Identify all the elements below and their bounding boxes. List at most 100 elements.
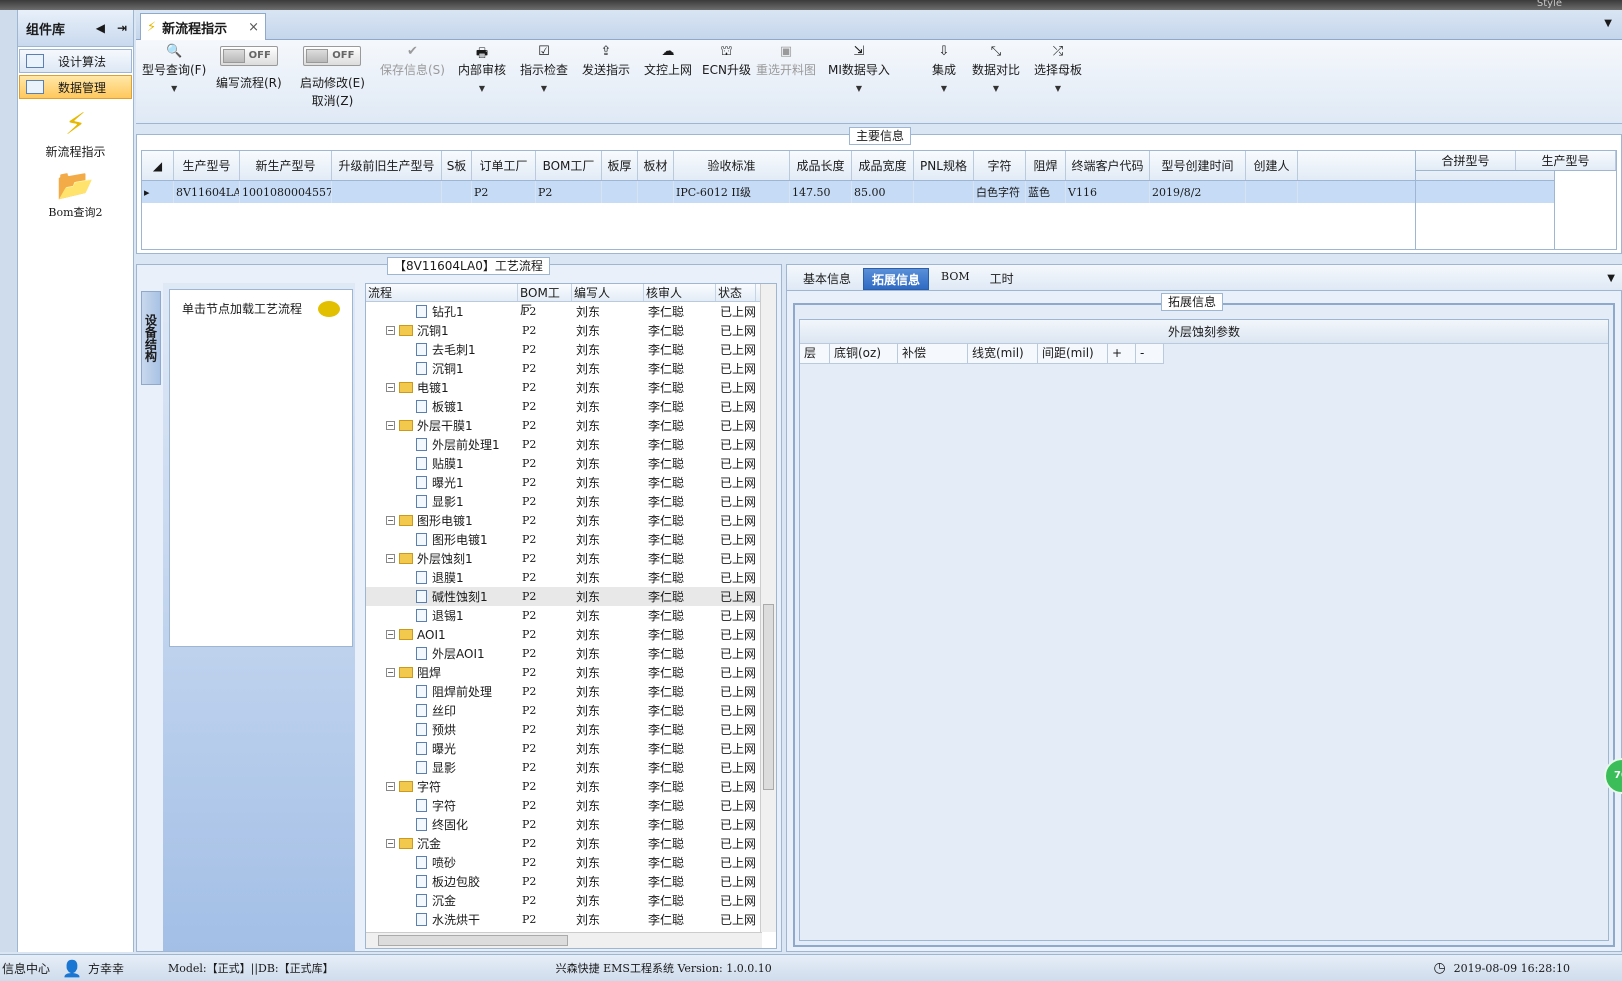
instruction-check-button[interactable]: ☑ 指示检查 ▼ — [520, 44, 568, 93]
table-row[interactable]: ▸8V11604LA010010800045575 P2P2 IPC-6012 II… — [142, 181, 1554, 203]
table-cell[interactable]: 147.50 — [790, 181, 852, 203]
column-header[interactable]: S板 — [442, 151, 472, 180]
table-cell[interactable]: P2 — [472, 181, 536, 203]
column-header[interactable]: 合拼型号 — [1416, 151, 1516, 170]
table-cell[interactable]: 2019/8/2 — [1150, 181, 1246, 203]
collapse-left-icon[interactable]: ◀ — [96, 21, 105, 35]
collapse-icon[interactable]: − — [386, 383, 395, 392]
nav-item-design-algorithm[interactable]: 设计算法 — [19, 49, 132, 73]
tree-row[interactable]: 板镀1 P2 刘东 李仁聪 已上网 — [366, 397, 776, 416]
tree-row[interactable]: 贴膜1 P2 刘东 李仁聪 已上网 — [366, 454, 776, 473]
tree-row[interactable]: 外层AOI1 P2 刘东 李仁聪 已上网 — [366, 644, 776, 663]
tree-row[interactable]: 阻焊前处理 P2 刘东 李仁聪 已上网 — [366, 682, 776, 701]
tab-extend-info[interactable]: 拓展信息 — [863, 268, 930, 290]
tree-row[interactable]: 显影1 P2 刘东 李仁聪 已上网 — [366, 492, 776, 511]
table-cell[interactable] — [638, 181, 674, 203]
collapse-icon[interactable]: − — [386, 421, 395, 430]
table-cell[interactable]: V116 — [1066, 181, 1150, 203]
column-header[interactable]: 底铜(oz) — [830, 344, 898, 364]
collapse-icon[interactable]: − — [386, 668, 395, 677]
tree-row[interactable]: − 沉金 P2 刘东 李仁聪 已上网 — [366, 834, 776, 853]
tree-row[interactable]: 喷砂 P2 刘东 李仁聪 已上网 — [366, 853, 776, 872]
table-cell[interactable]: 白色字符 — [974, 181, 1026, 203]
table-cell[interactable] — [332, 181, 442, 203]
table-cell[interactable]: 蓝色 — [1026, 181, 1066, 203]
tree-row[interactable]: − 外层蚀刻1 P2 刘东 李仁聪 已上网 — [366, 549, 776, 568]
tree-row[interactable]: 外层前处理1 P2 刘东 李仁聪 已上网 — [366, 435, 776, 454]
tree-row[interactable]: 预烘 P2 刘东 李仁聪 已上网 — [366, 720, 776, 739]
scroll-thumb[interactable] — [378, 935, 568, 946]
tree-row[interactable]: 沉金 P2 刘东 李仁聪 已上网 — [366, 891, 776, 910]
table-cell[interactable]: 10010800045575 — [240, 181, 332, 203]
vertical-scrollbar[interactable] — [760, 284, 776, 932]
tree-row[interactable]: 终固化 P2 刘东 李仁聪 已上网 — [366, 815, 776, 834]
nav-item-data-management[interactable]: 数据管理 — [19, 75, 132, 99]
column-header[interactable]: 编写人 — [572, 284, 644, 301]
tab-basic-info[interactable]: 基本信息 — [795, 268, 859, 290]
column-header[interactable]: 成品宽度 — [852, 151, 914, 180]
tab-bom[interactable]: BOM — [933, 268, 978, 290]
collapse-icon[interactable]: − — [386, 516, 395, 525]
column-header[interactable]: 订单工厂 — [472, 151, 536, 180]
tree-row[interactable]: 丝印 P2 刘东 李仁聪 已上网 — [366, 701, 776, 720]
toggle-switch[interactable]: OFF — [219, 46, 278, 66]
tab-equipment-structure[interactable]: 设备结构 — [141, 291, 161, 385]
column-header[interactable]: 线宽(mil) — [968, 344, 1038, 364]
table-cell[interactable] — [442, 181, 472, 203]
pin-icon[interactable]: ⇥ — [117, 21, 127, 35]
shortcut-new-flow[interactable]: ⚡ 新流程指示 — [18, 107, 133, 160]
close-icon[interactable]: × — [248, 20, 259, 35]
write-flow-toggle[interactable]: OFF 编写流程(R) — [216, 44, 282, 91]
column-header[interactable]: 验收标准 — [674, 151, 790, 180]
collapse-icon[interactable]: − — [386, 630, 395, 639]
column-header[interactable]: 成品长度 — [790, 151, 852, 180]
column-header[interactable]: PNL规格 — [914, 151, 974, 180]
start-modify-toggle[interactable]: OFF 启动修改(E) 取消(Z) — [300, 44, 365, 109]
info-center-label[interactable]: 信息中心 — [2, 960, 50, 977]
internal-review-button[interactable]: 🖶 内部审核 ▼ — [458, 44, 506, 93]
tree-row[interactable]: 沉铜1 P2 刘东 李仁聪 已上网 — [366, 359, 776, 378]
column-header[interactable]: 补偿 — [898, 344, 968, 364]
column-header[interactable]: 升级前旧生产型号 — [332, 151, 442, 180]
reselect-material-button[interactable]: ▣ 重选开料图 — [756, 44, 816, 78]
tree-row[interactable]: − AOI1 P2 刘东 李仁聪 已上网 — [366, 625, 776, 644]
tree-row[interactable]: 钻孔1 P2 刘东 李仁聪 已上网 — [366, 302, 776, 321]
cancel-label[interactable]: 取消(Z) — [300, 92, 365, 109]
send-instruction-button[interactable]: ⇪ 发送指示 — [582, 44, 630, 78]
chevron-down-icon[interactable]: ▼ — [1604, 18, 1612, 29]
column-header[interactable]: 生产型号 — [174, 151, 240, 180]
tree-row[interactable]: 字符 P2 刘东 李仁聪 已上网 — [366, 796, 776, 815]
tree-row[interactable]: − 字符 P2 刘东 李仁聪 已上网 — [366, 777, 776, 796]
tree-row[interactable]: 退膜1 P2 刘东 李仁聪 已上网 — [366, 568, 776, 587]
table-cell[interactable]: 8V11604LA0 — [174, 181, 240, 203]
column-header[interactable]: 创建人 — [1246, 151, 1298, 180]
shortcut-bom-query[interactable]: 📂 Bom查询2 — [18, 168, 133, 220]
collapse-icon[interactable]: − — [386, 326, 395, 335]
horizontal-scrollbar[interactable] — [366, 932, 762, 948]
remove-row-button[interactable]: - — [1136, 344, 1164, 364]
column-header[interactable]: 流程 — [366, 284, 518, 301]
table-cell[interactable] — [1246, 181, 1298, 203]
column-header[interactable]: 字符 — [974, 151, 1026, 180]
data-compare-button[interactable]: ⤡ 数据对比 ▼ — [972, 44, 1020, 93]
collapse-icon[interactable]: − — [386, 554, 395, 563]
table-cell[interactable] — [602, 181, 638, 203]
tree-row[interactable]: − 阻焊 P2 刘东 李仁聪 已上网 — [366, 663, 776, 682]
tree-row[interactable]: 图形电镀1 P2 刘东 李仁聪 已上网 — [366, 530, 776, 549]
collapse-icon[interactable]: − — [386, 839, 395, 848]
column-header[interactable]: 层 — [800, 344, 830, 364]
tree-row[interactable]: 退锡1 P2 刘东 李仁聪 已上网 — [366, 606, 776, 625]
chevron-down-icon[interactable]: ▼ — [1607, 273, 1615, 284]
collapse-icon[interactable]: − — [386, 782, 395, 791]
select-master-button[interactable]: ⤮ 选择母板 ▼ — [1034, 44, 1082, 93]
tree-row[interactable]: 曝光1 P2 刘东 李仁聪 已上网 — [366, 473, 776, 492]
grid-corner[interactable]: ◢ — [142, 151, 174, 180]
row-indicator[interactable]: ▸ — [142, 181, 174, 203]
column-header[interactable]: 生产型号 — [1516, 151, 1616, 170]
toggle-switch[interactable]: OFF — [303, 46, 362, 66]
column-header[interactable]: 核审人 — [644, 284, 716, 301]
column-header[interactable]: 状态 — [716, 284, 756, 301]
column-header[interactable]: 终端客户代码 — [1066, 151, 1150, 180]
tab-work-hours[interactable]: 工时 — [982, 268, 1022, 290]
mi-import-button[interactable]: ⇲ MI数据导入 ▼ — [828, 44, 890, 93]
